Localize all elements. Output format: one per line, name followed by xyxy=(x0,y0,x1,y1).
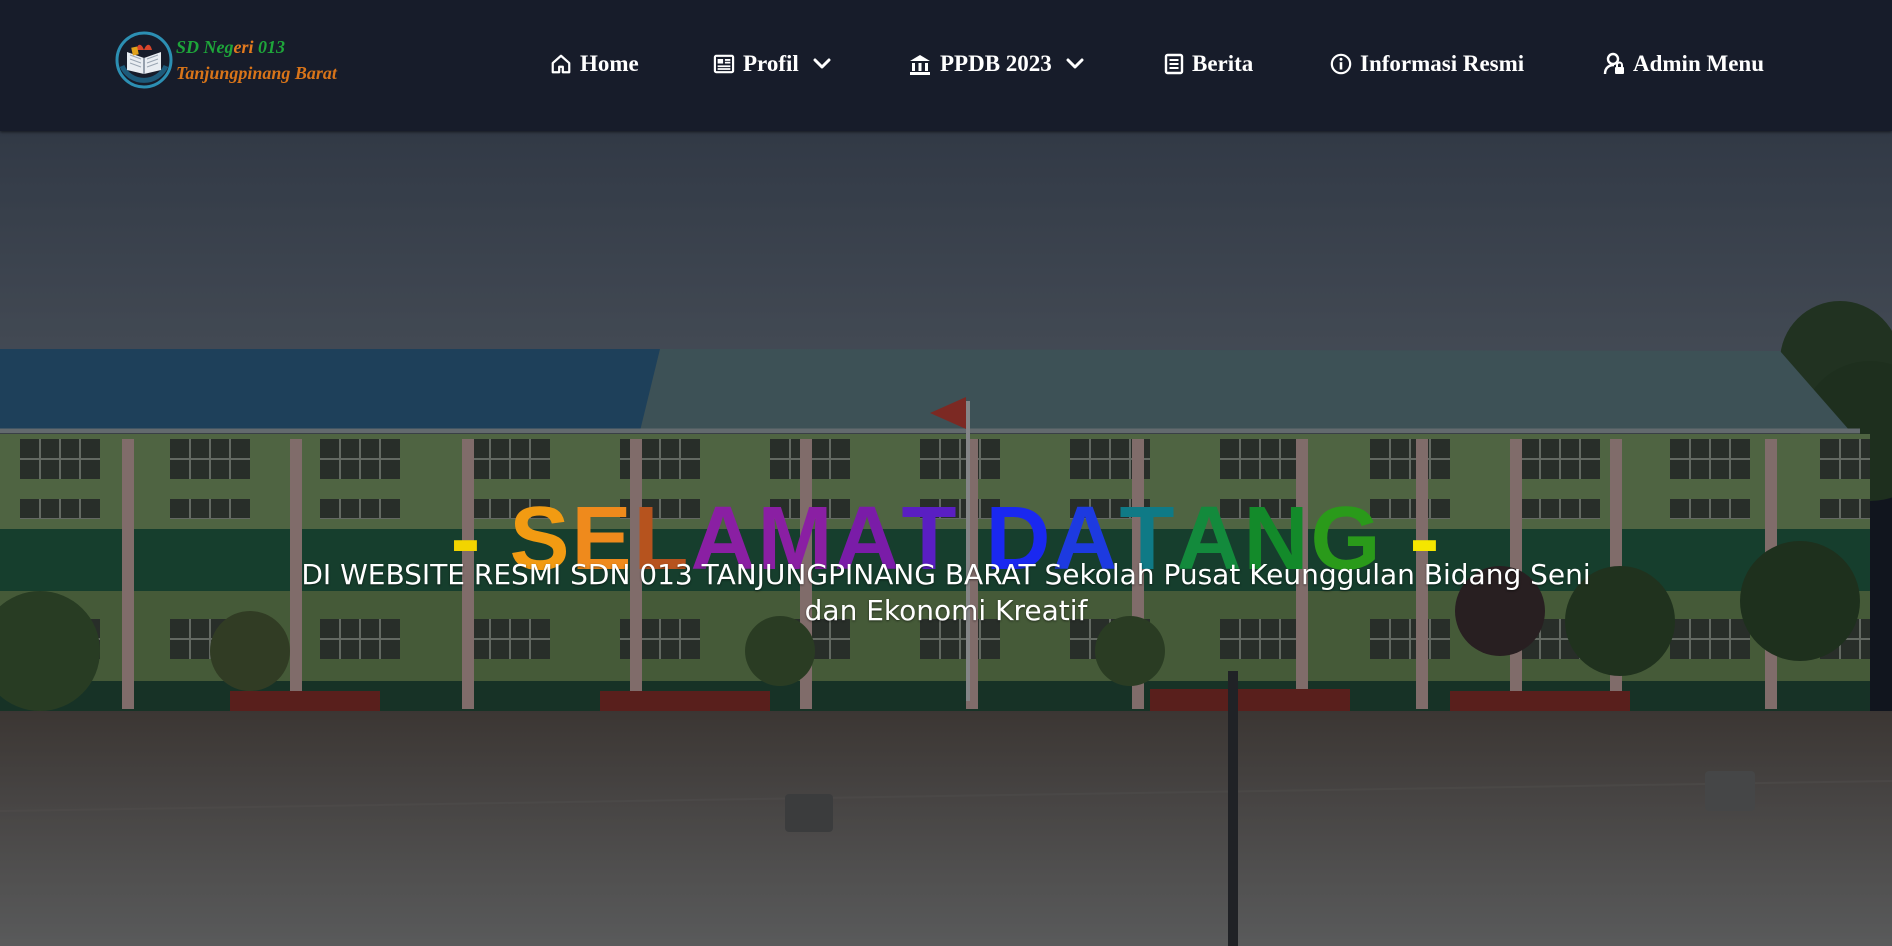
chevron-down-icon xyxy=(1066,58,1084,69)
main-nav: Home Profil PPDB 2023 Berita Informasi R… xyxy=(0,44,1892,84)
nav-admin-menu-label: Admin Menu xyxy=(1633,51,1764,76)
nav-berita-label: Berita xyxy=(1192,51,1254,76)
nav-ppdb-label: PPDB 2023 xyxy=(940,51,1052,76)
welcome-subtitle: DI WEBSITE RESMI SDN 013 TANJUNGPINANG B… xyxy=(301,558,1591,627)
navbar: SD Negeri 013 Tanjungpinang Barat Home P… xyxy=(0,0,1892,131)
nav-ppdb[interactable]: PPDB 2023 xyxy=(908,44,1084,84)
nav-profil-label: Profil xyxy=(743,51,799,76)
nav-berita[interactable]: Berita xyxy=(1164,44,1253,84)
nav-home-label: Home xyxy=(580,51,639,76)
home-icon xyxy=(551,54,571,74)
nav-home[interactable]: Home xyxy=(550,44,639,84)
document-icon xyxy=(1164,53,1184,75)
newspaper-icon xyxy=(713,54,735,74)
user-lock-icon xyxy=(1603,52,1624,75)
bank-icon xyxy=(910,55,930,75)
nav-admin-menu[interactable]: Admin Menu xyxy=(1603,44,1764,84)
nav-profil[interactable]: Profil xyxy=(713,44,831,84)
hero-banner: - SELAMAT DATANG - DI WEBSITE RESMI SDN … xyxy=(0,131,1892,946)
nav-informasi-resmi-label: Informasi Resmi xyxy=(1360,51,1525,76)
nav-informasi-resmi[interactable]: Informasi Resmi xyxy=(1330,44,1524,84)
info-circle-icon xyxy=(1330,53,1352,75)
chevron-down-icon xyxy=(813,58,831,69)
